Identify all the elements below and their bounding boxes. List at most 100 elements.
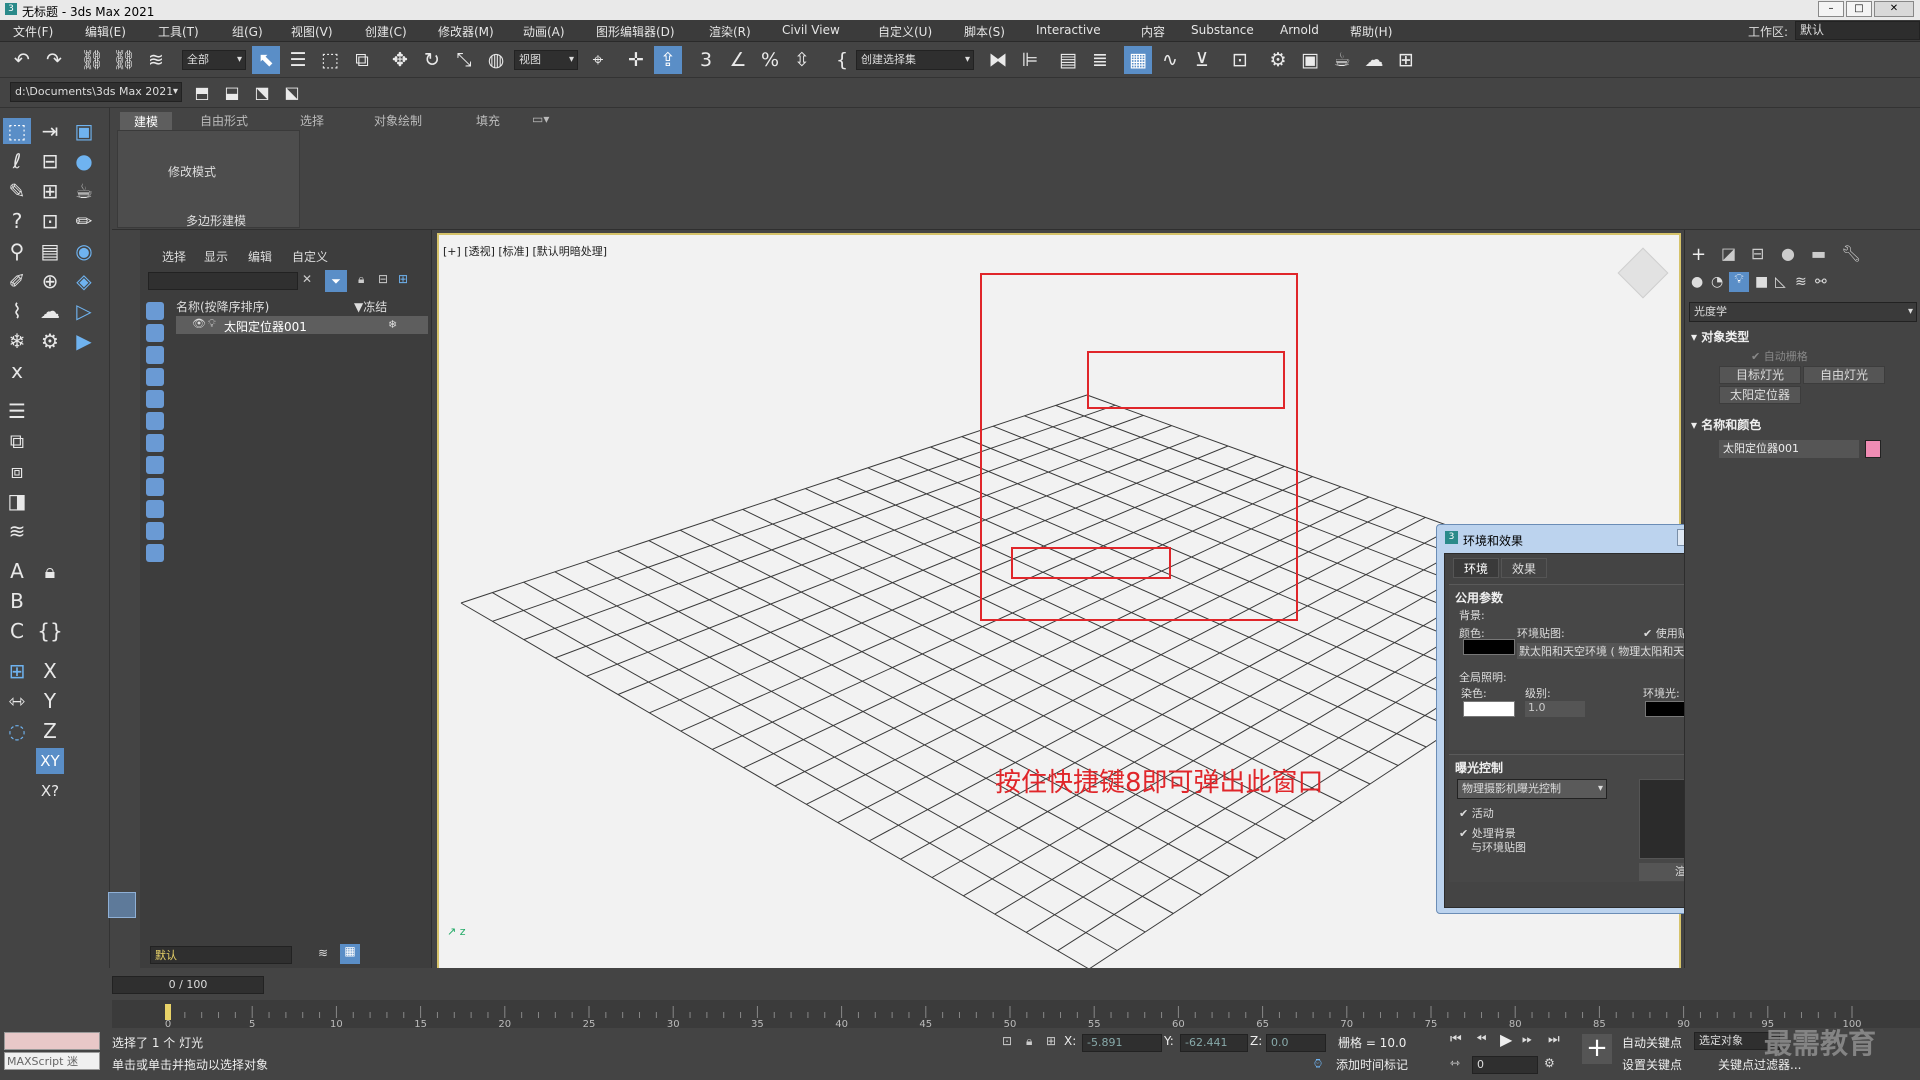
display-containers-icon[interactable] [146,500,164,518]
menu-animation[interactable]: 动画(A) [523,23,565,40]
free-light-button[interactable]: 自由灯光 [1803,366,1885,384]
render-online-icon[interactable]: ☁ [1360,46,1388,74]
snowflake-icon[interactable]: ❄ [3,328,31,354]
layers-stack-icon[interactable]: ⧈ [3,458,31,484]
bind-space-warp-icon[interactable]: ≋ [142,46,170,74]
axis-xy-icon[interactable]: XY [36,748,64,774]
axis-xy-cycle-icon[interactable]: X? [36,778,64,804]
selection-lock-icon[interactable]: 🔒︎ [1026,1034,1032,1049]
current-layer-dropdown[interactable]: 默认 [150,946,292,964]
object-type-header[interactable]: ▾ 对象类型 [1691,328,1749,345]
selection-filter-dropdown[interactable]: 全部 [182,50,246,70]
menu-scripting[interactable]: 脚本(S) [964,23,1005,40]
mirror-icon[interactable]: ⧓ [984,46,1012,74]
menu-arnold[interactable]: Arnold [1280,23,1319,37]
ribbon-tab-populate[interactable]: 填充 [476,112,500,129]
scene-tab-display[interactable]: 显示 [204,248,228,265]
angle-snap-icon[interactable]: ∠ [724,46,752,74]
spinner-snap-icon[interactable]: ⇳ [788,46,816,74]
isolate-icon[interactable]: ⊡ [1002,1034,1012,1048]
menu-modifiers[interactable]: 修改器(M) [438,23,494,40]
layer-explorer-icon[interactable]: ≣ [1086,46,1114,74]
exposure-header[interactable]: 曝光控制 [1455,759,1503,776]
ribbon-options-icon[interactable]: ▭▾ [532,112,549,126]
track-bar[interactable]: 0 5 10 15 20 25 30 35 40 45 50 55 60 65 70 75 80 85 90 95 10… [112,1000,1920,1028]
scene-tab-edit[interactable]: 编辑 [248,248,272,265]
display-geometry-icon[interactable] [146,302,164,320]
rotate-icon[interactable]: ↻ [418,46,446,74]
menu-civil-view[interactable]: Civil View [782,23,840,37]
menu-rendering[interactable]: 渲染(R) [709,23,751,40]
named-selection-dropdown[interactable]: 创建选择集 [856,50,974,70]
level-spinner[interactable]: 1.0 [1525,701,1585,717]
absolute-mode-icon[interactable]: ⊞ [1046,1034,1056,1048]
scale-icon[interactable]: ⤡ [450,46,478,74]
render-icon[interactable]: ▶ [70,328,98,354]
key-mode-icon[interactable]: ⇿ [1450,1056,1460,1070]
x-coord-field[interactable]: -5.891 [1082,1034,1162,1052]
background-color-swatch[interactable] [1463,639,1515,655]
name-color-header[interactable]: ▾ 名称和颜色 [1691,416,1761,433]
select-icon[interactable]: ⬚ [3,118,31,144]
snap-icon[interactable]: ⊕ [36,268,64,294]
filter-icon[interactable]: ⏷ [325,270,347,292]
tint-color-swatch[interactable] [1463,701,1515,717]
clear-search-icon[interactable]: ✕ [302,272,312,286]
camera-icon[interactable]: ◈ [70,268,98,294]
project-create-icon[interactable]: ⬓ [218,79,246,107]
xform-icon[interactable]: x [3,358,31,384]
display-cameras-icon[interactable] [146,368,164,386]
text-c-icon[interactable]: C [3,618,31,644]
tab-effects[interactable]: 效果 [1501,558,1548,578]
rendered-frame-icon[interactable]: ▣ [1296,46,1324,74]
exposure-type-dropdown[interactable]: 物理摄影机曝光控制 [1457,779,1607,799]
scene-tab-select[interactable]: 选择 [162,248,186,265]
tab-environment[interactable]: 环境 [1453,558,1500,578]
modify-tab-icon[interactable]: ◪ [1721,244,1736,263]
teapot-icon[interactable]: ☕ [70,178,98,204]
redo-icon[interactable]: ↷ [40,46,68,74]
maxscript-mini-listener[interactable]: MAXScript 迷 [4,1052,100,1070]
display-spacewarps-icon[interactable] [146,412,164,430]
curve-editor-icon[interactable]: ∿ [1156,46,1184,74]
axis-z-icon[interactable]: Z [36,718,64,744]
pencil-icon[interactable]: ✏ [70,208,98,234]
fill-icon[interactable]: ◨ [3,488,31,514]
orbit-icon[interactable]: ◉ [70,238,98,264]
env-map-button[interactable]: 默太阳和天空环境 ( 物理太阳和天空环境) [1517,643,1707,659]
shapes-cat-icon[interactable]: ◔ [1711,274,1723,290]
set-key-button[interactable]: 设置关键点 [1622,1056,1682,1073]
project-default-icon[interactable]: ⬔ [248,79,276,107]
spacewarps-cat-icon[interactable]: ≋ [1795,274,1807,290]
axis-x-icon[interactable]: X [36,658,64,684]
scene-explorer-toggle-icon[interactable]: ▤ [1054,46,1082,74]
z-coord-field[interactable]: 0.0 [1266,1034,1326,1052]
display-xrefs-icon[interactable] [146,456,164,474]
menu-tools[interactable]: 工具(T) [158,23,199,40]
active-checkbox[interactable]: ✔ 活动 [1459,805,1494,821]
window-crossing-icon[interactable]: ⧉ [348,46,376,74]
select-object-icon[interactable]: ⬉ [252,46,280,74]
sun-positioner-button[interactable]: 太阳定位器 [1719,386,1801,404]
link-icon[interactable]: ⛓ [78,46,106,74]
helpers-cat-icon[interactable]: ◺ [1775,274,1786,290]
layers-icon[interactable]: ⊞ [36,178,64,204]
auto-key-button[interactable]: 自动关键点 [1622,1034,1682,1051]
render-production-icon[interactable]: ☕ [1328,46,1356,74]
next-frame-icon[interactable]: ⏩︎ [1522,1032,1532,1047]
current-frame-marker[interactable] [165,1004,171,1020]
move-icon[interactable]: ✥ [386,46,414,74]
align-tool-icon[interactable]: ⊟ [36,148,64,174]
paint-icon[interactable]: ✐ [3,268,31,294]
display-groups-icon[interactable] [146,434,164,452]
reference-coord-dropdown[interactable]: 视图 [514,50,578,70]
sheets-icon[interactable]: ≋ [3,518,31,544]
lights-cat-icon[interactable]: 💡︎ [1729,272,1749,292]
pivot-center-icon[interactable]: ⌖ [584,46,612,74]
column-freeze[interactable]: ▼冻结 [354,298,387,315]
time-config-icon[interactable]: ⚙ [1544,1056,1555,1070]
grid-tool-icon[interactable]: ▤ [36,238,64,264]
schematic-view-icon[interactable]: ⊻ [1188,46,1216,74]
circle-select-icon[interactable]: ◌ [3,718,31,744]
display-frozen-icon[interactable] [146,522,164,540]
